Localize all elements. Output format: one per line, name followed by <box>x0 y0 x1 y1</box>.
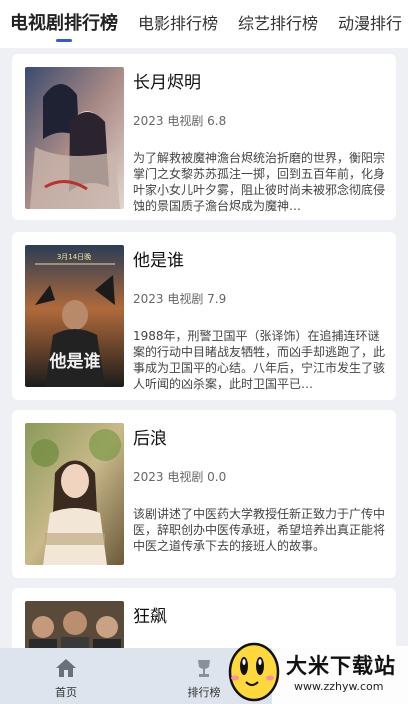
item-title: 狂飙 <box>133 607 167 627</box>
tab-variety-ranking[interactable]: 综艺排行榜 <box>228 0 328 48</box>
item-meta: 2023 电视剧 0.0 <box>133 470 227 484</box>
category-tab-bar: 电视剧排行榜 电影排行榜 综艺排行榜 动漫排行 <box>0 0 408 48</box>
item-meta: 2023 电视剧 7.9 <box>133 292 227 306</box>
tab-label: 动漫排行 <box>338 14 403 33</box>
tab-label: 电影排行榜 <box>138 14 219 33</box>
watermark-title: 大米下载站 <box>286 654 396 678</box>
ranking-list[interactable]: 长月烬明 2023 电视剧 6.8 为了解救被魔神澹台烬统治折磨的世界，衡阳宗掌… <box>0 48 408 648</box>
poster-image <box>25 423 124 565</box>
item-meta: 2023 电视剧 6.8 <box>133 114 227 128</box>
item-title: 长月烬明 <box>133 73 201 93</box>
item-description: 该剧讲述了中医药大学教授任新正致力于广传中医，辞职创办中医传承班，希望培养出真正… <box>133 507 386 553</box>
app-root: 电视剧排行榜 电影排行榜 综艺排行榜 动漫排行 长月烬明 2023 电视剧 6.… <box>0 0 408 704</box>
poster-image: 3月14日晚 他是谁 <box>25 245 124 387</box>
watermark-url: www.zzhyw.com <box>294 680 384 693</box>
tab-movie-ranking[interactable]: 电影排行榜 <box>128 0 228 48</box>
item-title: 后浪 <box>133 429 167 449</box>
active-tab-indicator <box>56 39 72 42</box>
tab-label: 综艺排行榜 <box>238 14 319 33</box>
tab-anime-ranking[interactable]: 动漫排行 <box>328 0 408 48</box>
tab-tv-ranking[interactable]: 电视剧排行榜 <box>0 0 128 48</box>
nav-home-label: 首页 <box>55 686 77 699</box>
poster-image <box>25 601 124 648</box>
watermark-logo: 大米下载站 www.zzhyw.com <box>214 628 408 704</box>
poster-title-text: 他是谁 <box>49 351 101 372</box>
trophy-icon <box>193 658 215 682</box>
list-item[interactable]: 3月14日晚 他是谁 他是谁 2023 电视剧 7.9 1988年，刑警卫国平（… <box>12 232 396 400</box>
tab-label: 电视剧排行榜 <box>10 13 118 34</box>
rice-mascot-icon <box>228 642 280 702</box>
list-item[interactable]: 后浪 2023 电视剧 0.0 该剧讲述了中医药大学教授任新正致力于广传中医，辞… <box>12 410 396 578</box>
item-description: 1988年，刑警卫国平（张译饰）在追捕连环谜案的行动中目睹战友牺牲，而凶手却逃跑… <box>133 329 386 391</box>
list-item[interactable]: 长月烬明 2023 电视剧 6.8 为了解救被魔神澹台烬统治折磨的世界，衡阳宗掌… <box>12 54 396 220</box>
item-description: 为了解救被魔神澹台烬统治折磨的世界，衡阳宗掌门之女黎苏苏孤注一掷，回到五百年前，… <box>133 151 386 213</box>
poster-image <box>25 67 124 209</box>
nav-home[interactable]: 首页 <box>16 648 116 704</box>
home-icon <box>55 658 77 682</box>
poster-date-text: 3月14日晚 <box>57 252 91 261</box>
item-title: 他是谁 <box>133 251 184 271</box>
